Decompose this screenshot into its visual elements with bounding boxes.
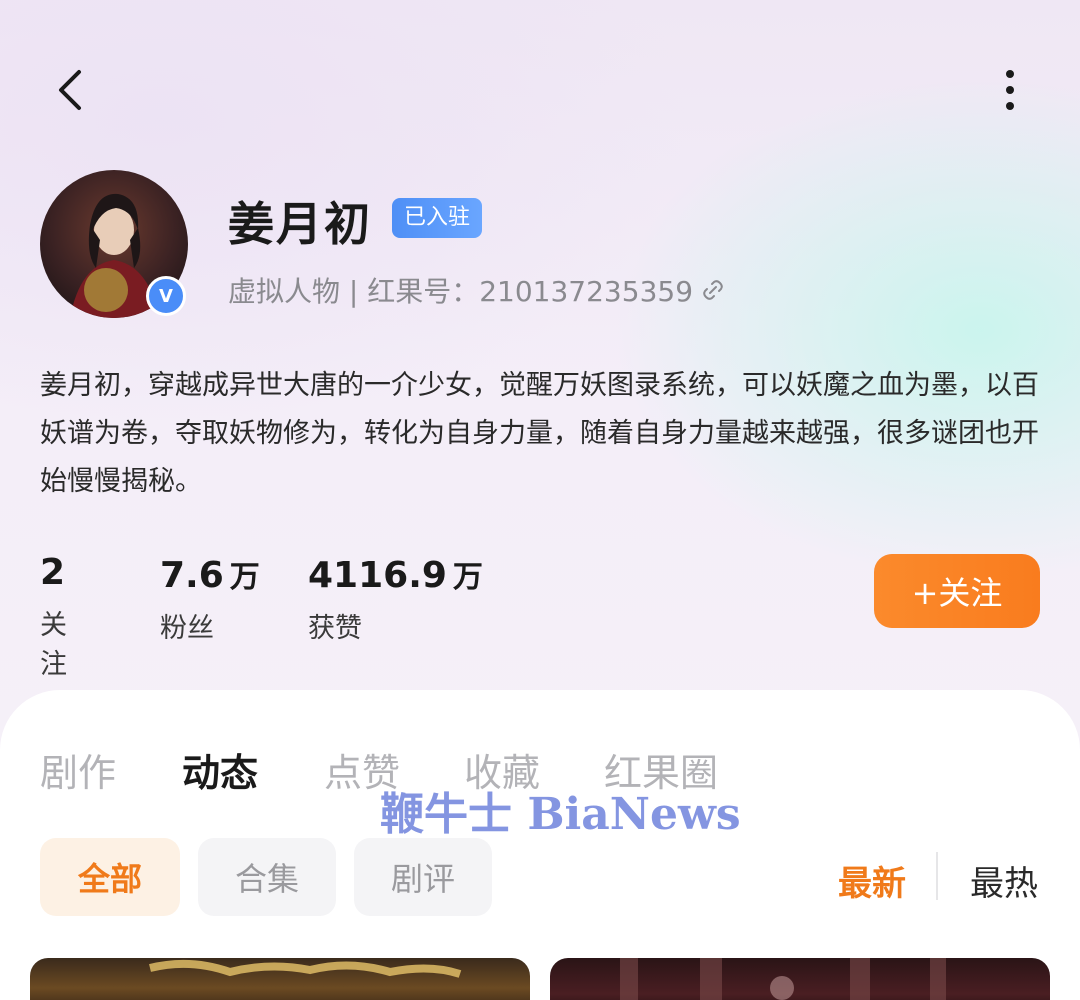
stat-value: 2 xyxy=(40,552,66,593)
profile-name: 姜月初 xyxy=(228,197,372,251)
sort-latest[interactable]: 最新 xyxy=(838,856,906,905)
post-card-thumbnail[interactable] xyxy=(550,958,1050,1000)
stat-likes[interactable]: 4116.9 万 获赞 xyxy=(308,552,483,645)
stat-value: 7.6 万 xyxy=(160,555,260,596)
profile-subtitle: 虚拟人物 | 红果号：210137235359 xyxy=(228,270,725,310)
follow-button[interactable]: +关注 xyxy=(874,554,1040,628)
stat-label: 获赞 xyxy=(308,613,362,644)
sort-hottest[interactable]: 最热 xyxy=(970,856,1038,905)
more-vertical-icon xyxy=(1006,70,1014,110)
top-bar xyxy=(0,50,1080,130)
tab-works[interactable]: 剧作 xyxy=(40,742,116,797)
copy-icon[interactable] xyxy=(701,278,725,302)
verified-badge-icon: V xyxy=(146,276,186,316)
chevron-left-icon xyxy=(59,70,81,110)
profile-bio: 姜月初，穿越成异世大唐的一介少女，觉醒万妖图录系统，可以妖魔之血为墨，以百妖谱为… xyxy=(40,370,1039,497)
stat-label: 关注 xyxy=(40,610,67,680)
post-card-thumbnail[interactable] xyxy=(30,958,530,1000)
filter-review[interactable]: 剧评 xyxy=(354,838,492,916)
stat-fans[interactable]: 7.6 万 粉丝 xyxy=(160,552,260,645)
stat-following[interactable]: 2 关注 xyxy=(40,552,71,681)
stat-value: 4116.9 万 xyxy=(308,555,483,596)
more-options-button[interactable] xyxy=(986,60,1034,120)
watermark: 鞭牛士 BiaNews xyxy=(380,789,741,840)
filter-all[interactable]: 全部 xyxy=(40,838,180,916)
tab-updates[interactable]: 动态 xyxy=(182,742,258,797)
stat-label: 粉丝 xyxy=(160,613,214,644)
filter-collection[interactable]: 合集 xyxy=(198,838,336,916)
settled-badge: 已入驻 xyxy=(392,198,483,238)
sort-divider xyxy=(936,852,938,900)
avatar[interactable]: V xyxy=(40,170,188,318)
back-button[interactable] xyxy=(42,60,98,120)
profile-id-text: 虚拟人物 | 红果号：210137235359 xyxy=(228,275,694,308)
